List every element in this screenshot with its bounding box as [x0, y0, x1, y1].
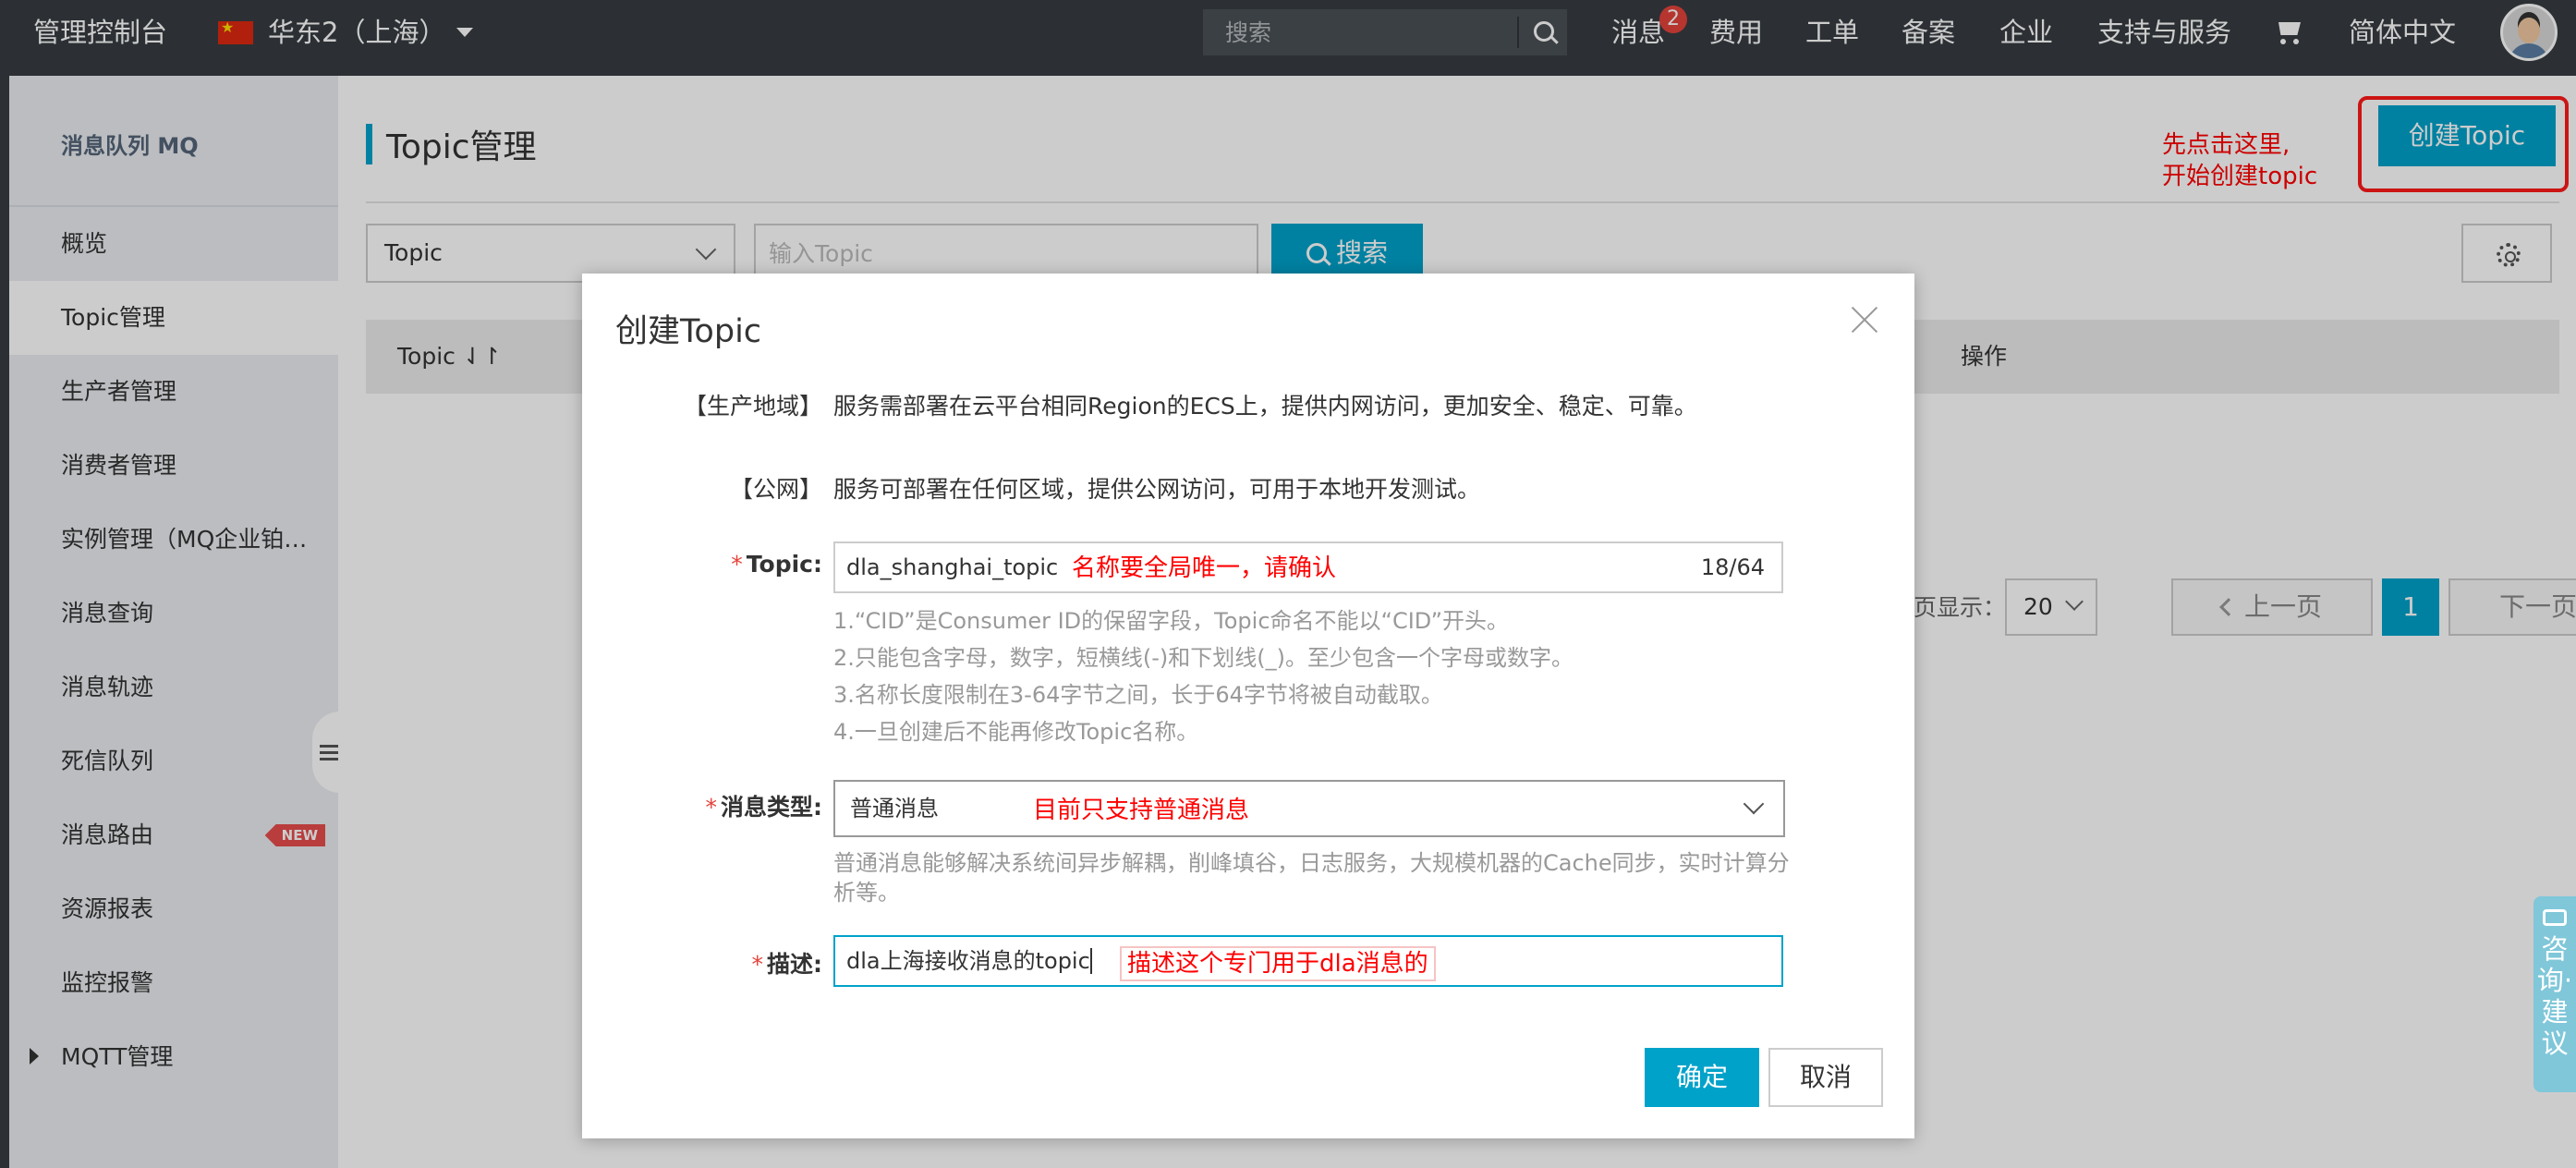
required-mark: *: [705, 794, 718, 821]
dialog-title: 创建Topic: [615, 313, 762, 350]
topic-field-label: * Topic:: [731, 551, 822, 578]
message-type-select[interactable]: 普通消息: [833, 780, 1785, 837]
required-mark: *: [731, 551, 743, 578]
description-label: * 描述:: [751, 951, 823, 978]
message-type-annotation: 目前只支持普通消息: [1033, 797, 1250, 824]
public-description: 服务可部署在任何区域，提供公网访问，可用于本地开发测试。: [833, 476, 1481, 503]
message-type-hint: 普通消息能够解决系统间异步解耦，削峰填谷，日志服务，大规模机器的Cache同步，…: [833, 850, 1790, 906]
feedback-label: 咨询·建议: [2536, 933, 2573, 1059]
topic-hint-1: 1.“CID”是Consumer ID的保留字段，Topic命名不能以“CID”…: [833, 608, 1510, 634]
message-type-value: 普通消息: [850, 796, 939, 821]
chevron-down-icon: [1743, 793, 1765, 815]
topic-hint-3: 3.名称长度限制在3-64字节之间，长于64字节将被自动截取。: [833, 682, 1443, 708]
message-type-label: * 消息类型:: [705, 794, 823, 821]
text-cursor: [1089, 948, 1092, 974]
confirm-button[interactable]: 确定: [1645, 1048, 1759, 1107]
chat-icon: [2543, 909, 2567, 926]
create-topic-dialog: 创建Topic 【生产地域】 服务需部署在云平台相同Region的ECS上，提供…: [582, 274, 1914, 1138]
topic-hint-4: 4.一旦创建后不能再修改Topic名称。: [833, 719, 1199, 745]
close-icon[interactable]: [1850, 305, 1879, 335]
topic-hint-2: 2.只能包含字母，数字，短横线(-)和下划线(_)。至少包含一个字母或数字。: [833, 645, 1574, 671]
cancel-button[interactable]: 取消: [1768, 1048, 1883, 1107]
topic-length-counter: 18/64: [1700, 554, 1765, 580]
topic-name-value: dla_shanghai_topic: [846, 554, 1059, 580]
topic-annotation: 名称要全局唯一，请确认: [1072, 554, 1337, 582]
region-label: 【生产地域】: [683, 393, 822, 420]
feedback-tab[interactable]: 咨询·建议: [2533, 896, 2576, 1092]
public-label: 【公网】: [729, 476, 822, 503]
description-value: dla上海接收消息的topic: [846, 948, 1090, 974]
required-mark: *: [751, 951, 764, 978]
region-description: 服务需部署在云平台相同Region的ECS上，提供内网访问，更加安全、稳定、可靠…: [833, 393, 1697, 420]
description-annotation: 描述这个专门用于dla消息的: [1120, 946, 1436, 981]
